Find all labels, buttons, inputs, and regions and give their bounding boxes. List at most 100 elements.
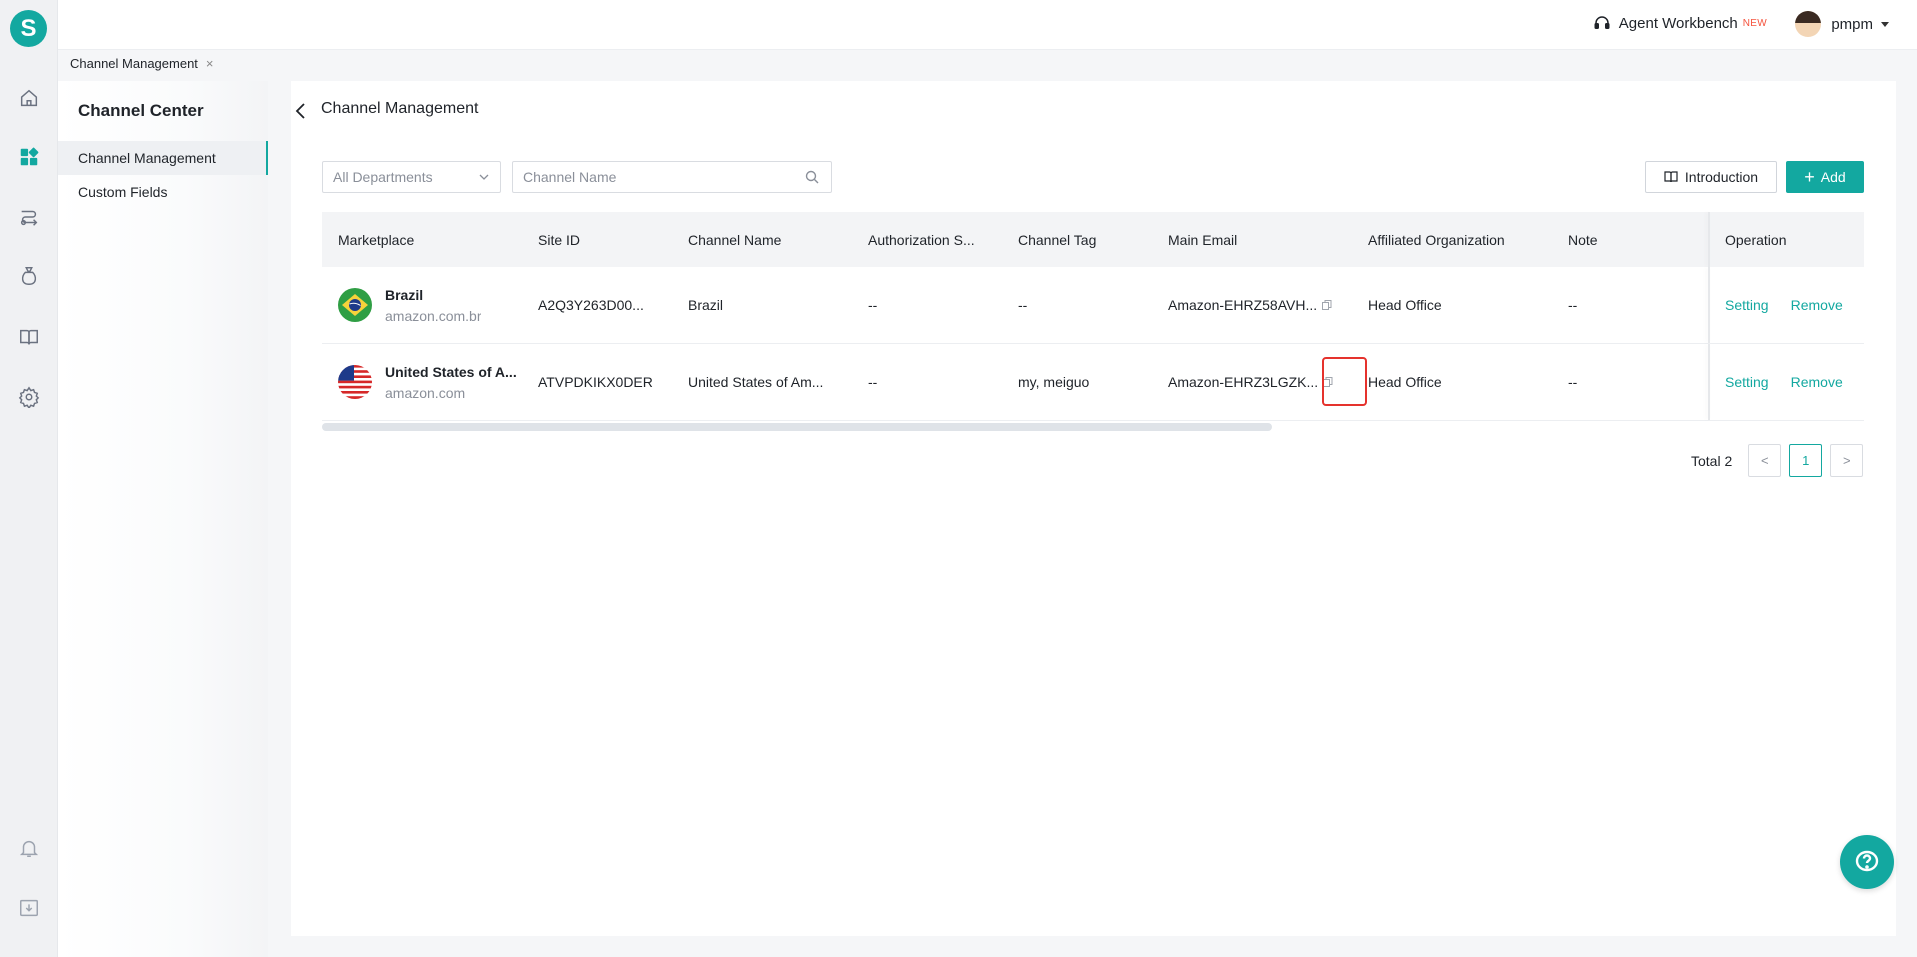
main-email-text: Amazon-EHRZ58AVH... xyxy=(1168,297,1318,313)
sidebar-item-label: Custom Fields xyxy=(78,184,168,200)
page-title: Channel Management xyxy=(321,100,479,117)
affiliated-org-cell: Head Office xyxy=(1368,297,1442,313)
marketplace-domain: amazon.com xyxy=(385,384,466,401)
column-header-site-id: Site ID xyxy=(538,231,581,248)
channel-name-cell: United States of Am... xyxy=(688,374,824,390)
channel-tag-cell: -- xyxy=(1018,297,1028,313)
operation-cell: Setting Remove xyxy=(1725,267,1865,343)
page-button-1[interactable]: 1 xyxy=(1789,444,1823,477)
column-header-main-email: Main Email xyxy=(1168,231,1238,248)
headset-icon xyxy=(1594,16,1610,29)
main-email-cell: Amazon-EHRZ58AVH... xyxy=(1168,267,1333,343)
download-icon[interactable] xyxy=(14,893,44,923)
usa-flag-icon xyxy=(338,365,372,399)
dashboard-icon[interactable] xyxy=(14,142,44,172)
home-icon[interactable] xyxy=(14,83,44,113)
remove-link[interactable]: Remove xyxy=(1791,297,1843,313)
next-page-button[interactable]: > xyxy=(1830,444,1864,477)
tab-channel-management[interactable]: Channel Management × xyxy=(70,56,214,71)
department-select-value: All Departments xyxy=(333,169,433,185)
back-arrow-icon[interactable] xyxy=(291,99,311,123)
column-header-authorization-status: Authorization S... xyxy=(868,231,975,248)
chevron-down-icon xyxy=(479,174,489,180)
prev-page-button[interactable]: < xyxy=(1748,444,1782,477)
add-label: Add xyxy=(1820,169,1846,185)
setting-link[interactable]: Setting xyxy=(1725,374,1769,390)
marketplace-cell: United States of A... amazon.com xyxy=(338,344,517,420)
main-panel: Channel Management All Departments Intro… xyxy=(291,81,1896,936)
introduction-label: Introduction xyxy=(1684,169,1759,185)
brazil-flag-icon xyxy=(338,288,372,322)
plus-icon: + xyxy=(1804,167,1815,187)
chevron-left-icon: < xyxy=(1760,453,1769,468)
user-menu[interactable]: pmpm xyxy=(1795,11,1889,37)
site-id-cell: A2Q3Y263D00... xyxy=(538,297,644,313)
affiliated-org-cell: Head Office xyxy=(1368,374,1442,390)
pagination: Total 2 < 1 > xyxy=(1691,444,1871,477)
column-header-marketplace: Marketplace xyxy=(338,231,415,248)
main-email-text: Amazon-EHRZ3LGZK... xyxy=(1168,374,1319,390)
remove-link[interactable]: Remove xyxy=(1791,374,1843,390)
table-row: Brazil amazon.com.br A2Q3Y263D00... Braz… xyxy=(322,267,1864,344)
channel-name-search xyxy=(512,161,832,193)
site-id-cell: ATVPDKIKX0DER xyxy=(538,374,653,390)
authorization-status-cell: -- xyxy=(868,297,878,313)
left-rail: S xyxy=(0,0,58,957)
agent-workbench-link[interactable]: Agent Workbench NEW xyxy=(1593,14,1767,32)
book-open-icon xyxy=(1664,171,1678,183)
total-count: Total 2 xyxy=(1691,452,1733,469)
setting-link[interactable]: Setting xyxy=(1725,297,1769,313)
route-icon[interactable] xyxy=(14,202,44,232)
operation-column-divider xyxy=(1708,267,1710,343)
column-header-note: Note xyxy=(1568,231,1598,248)
tab-strip: Channel Management × xyxy=(58,50,1917,81)
sidebar-item-channel-management[interactable]: Channel Management xyxy=(58,141,268,175)
column-header-channel-name: Channel Name xyxy=(688,231,782,248)
column-header-channel-tag: Channel Tag xyxy=(1018,231,1097,248)
introduction-button[interactable]: Introduction xyxy=(1645,161,1777,193)
close-icon[interactable]: × xyxy=(206,56,214,71)
username: pmpm xyxy=(1831,15,1873,33)
channel-table: Marketplace Site ID Channel Name Authori… xyxy=(322,212,1864,421)
page-number: 1 xyxy=(1802,453,1810,468)
bell-icon[interactable] xyxy=(14,833,44,863)
help-button[interactable] xyxy=(1840,835,1894,889)
marketplace-name: United States of A... xyxy=(385,363,517,380)
marketplace-name: Brazil xyxy=(385,286,424,303)
table-header: Marketplace Site ID Channel Name Authori… xyxy=(322,212,1864,267)
sidebar-item-label: Channel Management xyxy=(78,150,216,166)
gear-icon[interactable] xyxy=(14,382,44,412)
note-cell: -- xyxy=(1568,297,1578,313)
caret-down-icon xyxy=(1881,21,1889,27)
channel-center-sidebar: Channel Center Channel Management Custom… xyxy=(58,81,268,957)
department-select[interactable]: All Departments xyxy=(322,161,501,193)
channel-name-input[interactable] xyxy=(513,162,783,192)
sidebar-item-custom-fields[interactable]: Custom Fields xyxy=(58,175,268,209)
avatar xyxy=(1795,11,1822,37)
top-header: Agent Workbench NEW pmpm xyxy=(58,0,1917,50)
authorization-status-cell: -- xyxy=(868,374,878,390)
tab-label: Channel Management xyxy=(70,56,198,71)
new-badge: NEW xyxy=(1742,17,1767,29)
column-header-operation: Operation xyxy=(1725,231,1787,248)
main-email-cell: Amazon-EHRZ3LGZK... xyxy=(1168,344,1334,420)
app-logo[interactable]: S xyxy=(10,10,47,47)
channel-tag-cell: my, meiguo xyxy=(1018,374,1090,390)
operation-column-divider xyxy=(1708,212,1710,267)
logo-letter: S xyxy=(20,14,37,42)
channel-name-cell: Brazil xyxy=(688,297,724,313)
column-header-affiliated-organization: Affiliated Organization xyxy=(1368,231,1505,248)
note-cell: -- xyxy=(1568,374,1578,390)
chevron-right-icon: > xyxy=(1842,453,1851,468)
copy-icon[interactable] xyxy=(1321,299,1333,311)
book-icon[interactable] xyxy=(14,322,44,352)
horizontal-scrollbar[interactable] xyxy=(322,423,1272,431)
search-icon[interactable] xyxy=(805,170,819,184)
table-row: United States of A... amazon.com ATVPDKI… xyxy=(322,344,1864,421)
marketplace-domain: amazon.com.br xyxy=(385,307,482,324)
agent-workbench-label: Agent Workbench xyxy=(1618,14,1738,32)
money-bag-icon[interactable] xyxy=(14,261,44,291)
operation-cell: Setting Remove xyxy=(1725,344,1865,420)
add-button[interactable]: + Add xyxy=(1786,161,1864,193)
operation-column-divider xyxy=(1708,344,1710,420)
